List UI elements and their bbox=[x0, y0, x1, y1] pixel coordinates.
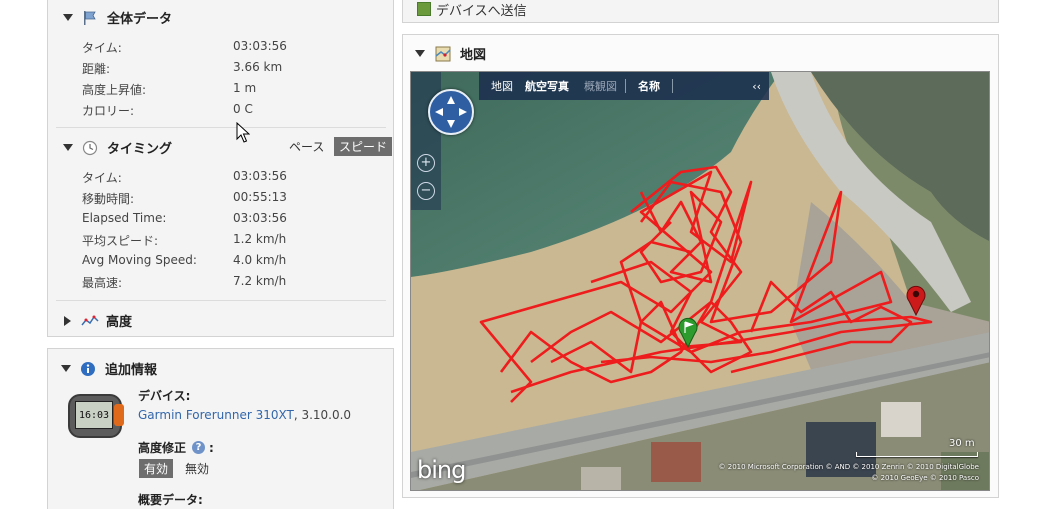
colon: : bbox=[209, 440, 214, 455]
pan-compass-icon[interactable] bbox=[428, 89, 474, 135]
summary-row-label: タイム: bbox=[82, 41, 122, 55]
disabled-toggle[interactable]: 無効 bbox=[180, 459, 214, 478]
summary-row-value: 03:03:56 bbox=[233, 39, 287, 53]
map-view[interactable]: + − 地図 航空写真 概観図 名称 ‹‹ bing 30 m © 2010 M… bbox=[410, 71, 990, 491]
map-header[interactable]: 地図 bbox=[415, 44, 486, 63]
gps-track-segment bbox=[479, 170, 753, 403]
mouse-cursor-icon bbox=[236, 122, 250, 143]
map-title: 地図 bbox=[460, 48, 487, 63]
pace-toggle[interactable]: ペース bbox=[284, 137, 329, 156]
summary-row-value: 3.66 km bbox=[233, 60, 283, 74]
info-icon bbox=[81, 361, 95, 376]
timing-title: タイミング bbox=[107, 142, 173, 157]
summary-row-value: 1 m bbox=[233, 81, 257, 95]
timing-row-value: 7.2 km/h bbox=[233, 274, 287, 288]
summary-header[interactable]: 全体データ bbox=[63, 8, 172, 27]
collapse-toolbar-button[interactable]: ‹‹ bbox=[744, 80, 769, 93]
tab-labels[interactable]: 名称 bbox=[626, 78, 672, 94]
timing-row-label: 平均スピード: bbox=[82, 234, 159, 248]
device-version: , 3.10.0.0 bbox=[293, 408, 352, 422]
copyright-text: © 2010 Microsoft Corporation © AND © 201… bbox=[718, 463, 979, 471]
timing-row-value: 03:03:56 bbox=[233, 211, 287, 225]
watch-display: 16:03 bbox=[75, 401, 113, 429]
toolbar-separator bbox=[672, 79, 673, 93]
timing-header[interactable]: タイミング bbox=[63, 138, 172, 157]
scale-bar bbox=[856, 452, 978, 457]
timing-row-label: 移動時間: bbox=[82, 192, 135, 206]
timing-row-label: 最高速: bbox=[82, 276, 123, 290]
send-device-icon bbox=[417, 2, 431, 16]
gps-track-segment bbox=[510, 315, 933, 394]
summary-row-label: 高度上昇値: bbox=[82, 83, 147, 97]
start-pin-icon[interactable] bbox=[677, 316, 699, 348]
scale-label: 30 m bbox=[949, 438, 975, 449]
expand-arrow-icon[interactable] bbox=[64, 315, 71, 326]
timing-row-value: 4.0 km/h bbox=[233, 253, 287, 267]
summary-row-value: 0 C bbox=[233, 102, 253, 116]
bing-logo: bing bbox=[417, 456, 466, 484]
tab-birdseye[interactable]: 概観図 bbox=[576, 78, 625, 94]
extra-info-header[interactable]: 追加情報 bbox=[61, 359, 157, 378]
tab-road[interactable]: 地図 bbox=[479, 78, 519, 94]
timing-row-value: 1.2 km/h bbox=[233, 232, 287, 246]
elevation-correction-label: 高度修正 bbox=[138, 441, 187, 455]
gps-track bbox=[479, 165, 933, 403]
help-icon[interactable]: ? bbox=[192, 441, 206, 454]
section-divider bbox=[56, 127, 386, 128]
tab-aerial[interactable]: 航空写真 bbox=[519, 78, 575, 94]
zoom-out-button[interactable]: − bbox=[417, 182, 435, 200]
timing-row-label: Avg Moving Speed: bbox=[82, 253, 197, 267]
summary-row-label: カロリー: bbox=[82, 104, 135, 118]
flag-icon bbox=[84, 10, 96, 25]
collapse-arrow-icon[interactable] bbox=[63, 144, 73, 151]
timing-row-value: 00:55:13 bbox=[233, 190, 287, 204]
device-label: デバイス: bbox=[138, 389, 191, 403]
clock-icon bbox=[82, 140, 98, 155]
speed-toggle[interactable]: スピード bbox=[334, 137, 393, 156]
collapse-arrow-icon[interactable] bbox=[61, 365, 71, 372]
device-info: Garmin Forerunner 310XT, 3.10.0.0 bbox=[138, 408, 351, 422]
elevation-header[interactable]: 高度 bbox=[64, 311, 132, 330]
copyright-text-2: © 2010 GeoEye © 2010 Pasco bbox=[871, 474, 979, 482]
elevation-chart-icon bbox=[81, 315, 99, 325]
end-pin-icon[interactable] bbox=[905, 284, 927, 316]
collapse-arrow-icon[interactable] bbox=[415, 50, 425, 57]
timing-row-label: Elapsed Time: bbox=[82, 211, 167, 225]
extra-info-title: 追加情報 bbox=[105, 363, 158, 378]
device-name-link[interactable]: Garmin Forerunner 310XT bbox=[138, 408, 294, 422]
send-to-device-panel: デバイスへ送信 bbox=[402, 0, 999, 23]
section-divider bbox=[56, 300, 386, 301]
send-to-device-link[interactable]: デバイスへ送信 bbox=[436, 0, 527, 19]
collapse-arrow-icon[interactable] bbox=[63, 14, 73, 21]
timing-row-value: 03:03:56 bbox=[233, 169, 287, 183]
summary-row-label: 距離: bbox=[82, 62, 111, 76]
summary-data-label: 概要データ: bbox=[138, 493, 203, 507]
enabled-toggle[interactable]: 有効 bbox=[139, 459, 174, 478]
map-icon bbox=[435, 46, 451, 61]
summary-title: 全体データ bbox=[107, 12, 173, 27]
elevation-correction-row: 高度修正 ? : bbox=[138, 439, 214, 456]
elevation-title: 高度 bbox=[106, 315, 133, 330]
device-image: 16:03 bbox=[68, 390, 124, 442]
zoom-in-button[interactable]: + bbox=[417, 154, 435, 172]
timing-row-label: タイム: bbox=[82, 171, 122, 185]
map-style-toolbar: 地図 航空写真 概観図 名称 ‹‹ bbox=[479, 72, 769, 100]
